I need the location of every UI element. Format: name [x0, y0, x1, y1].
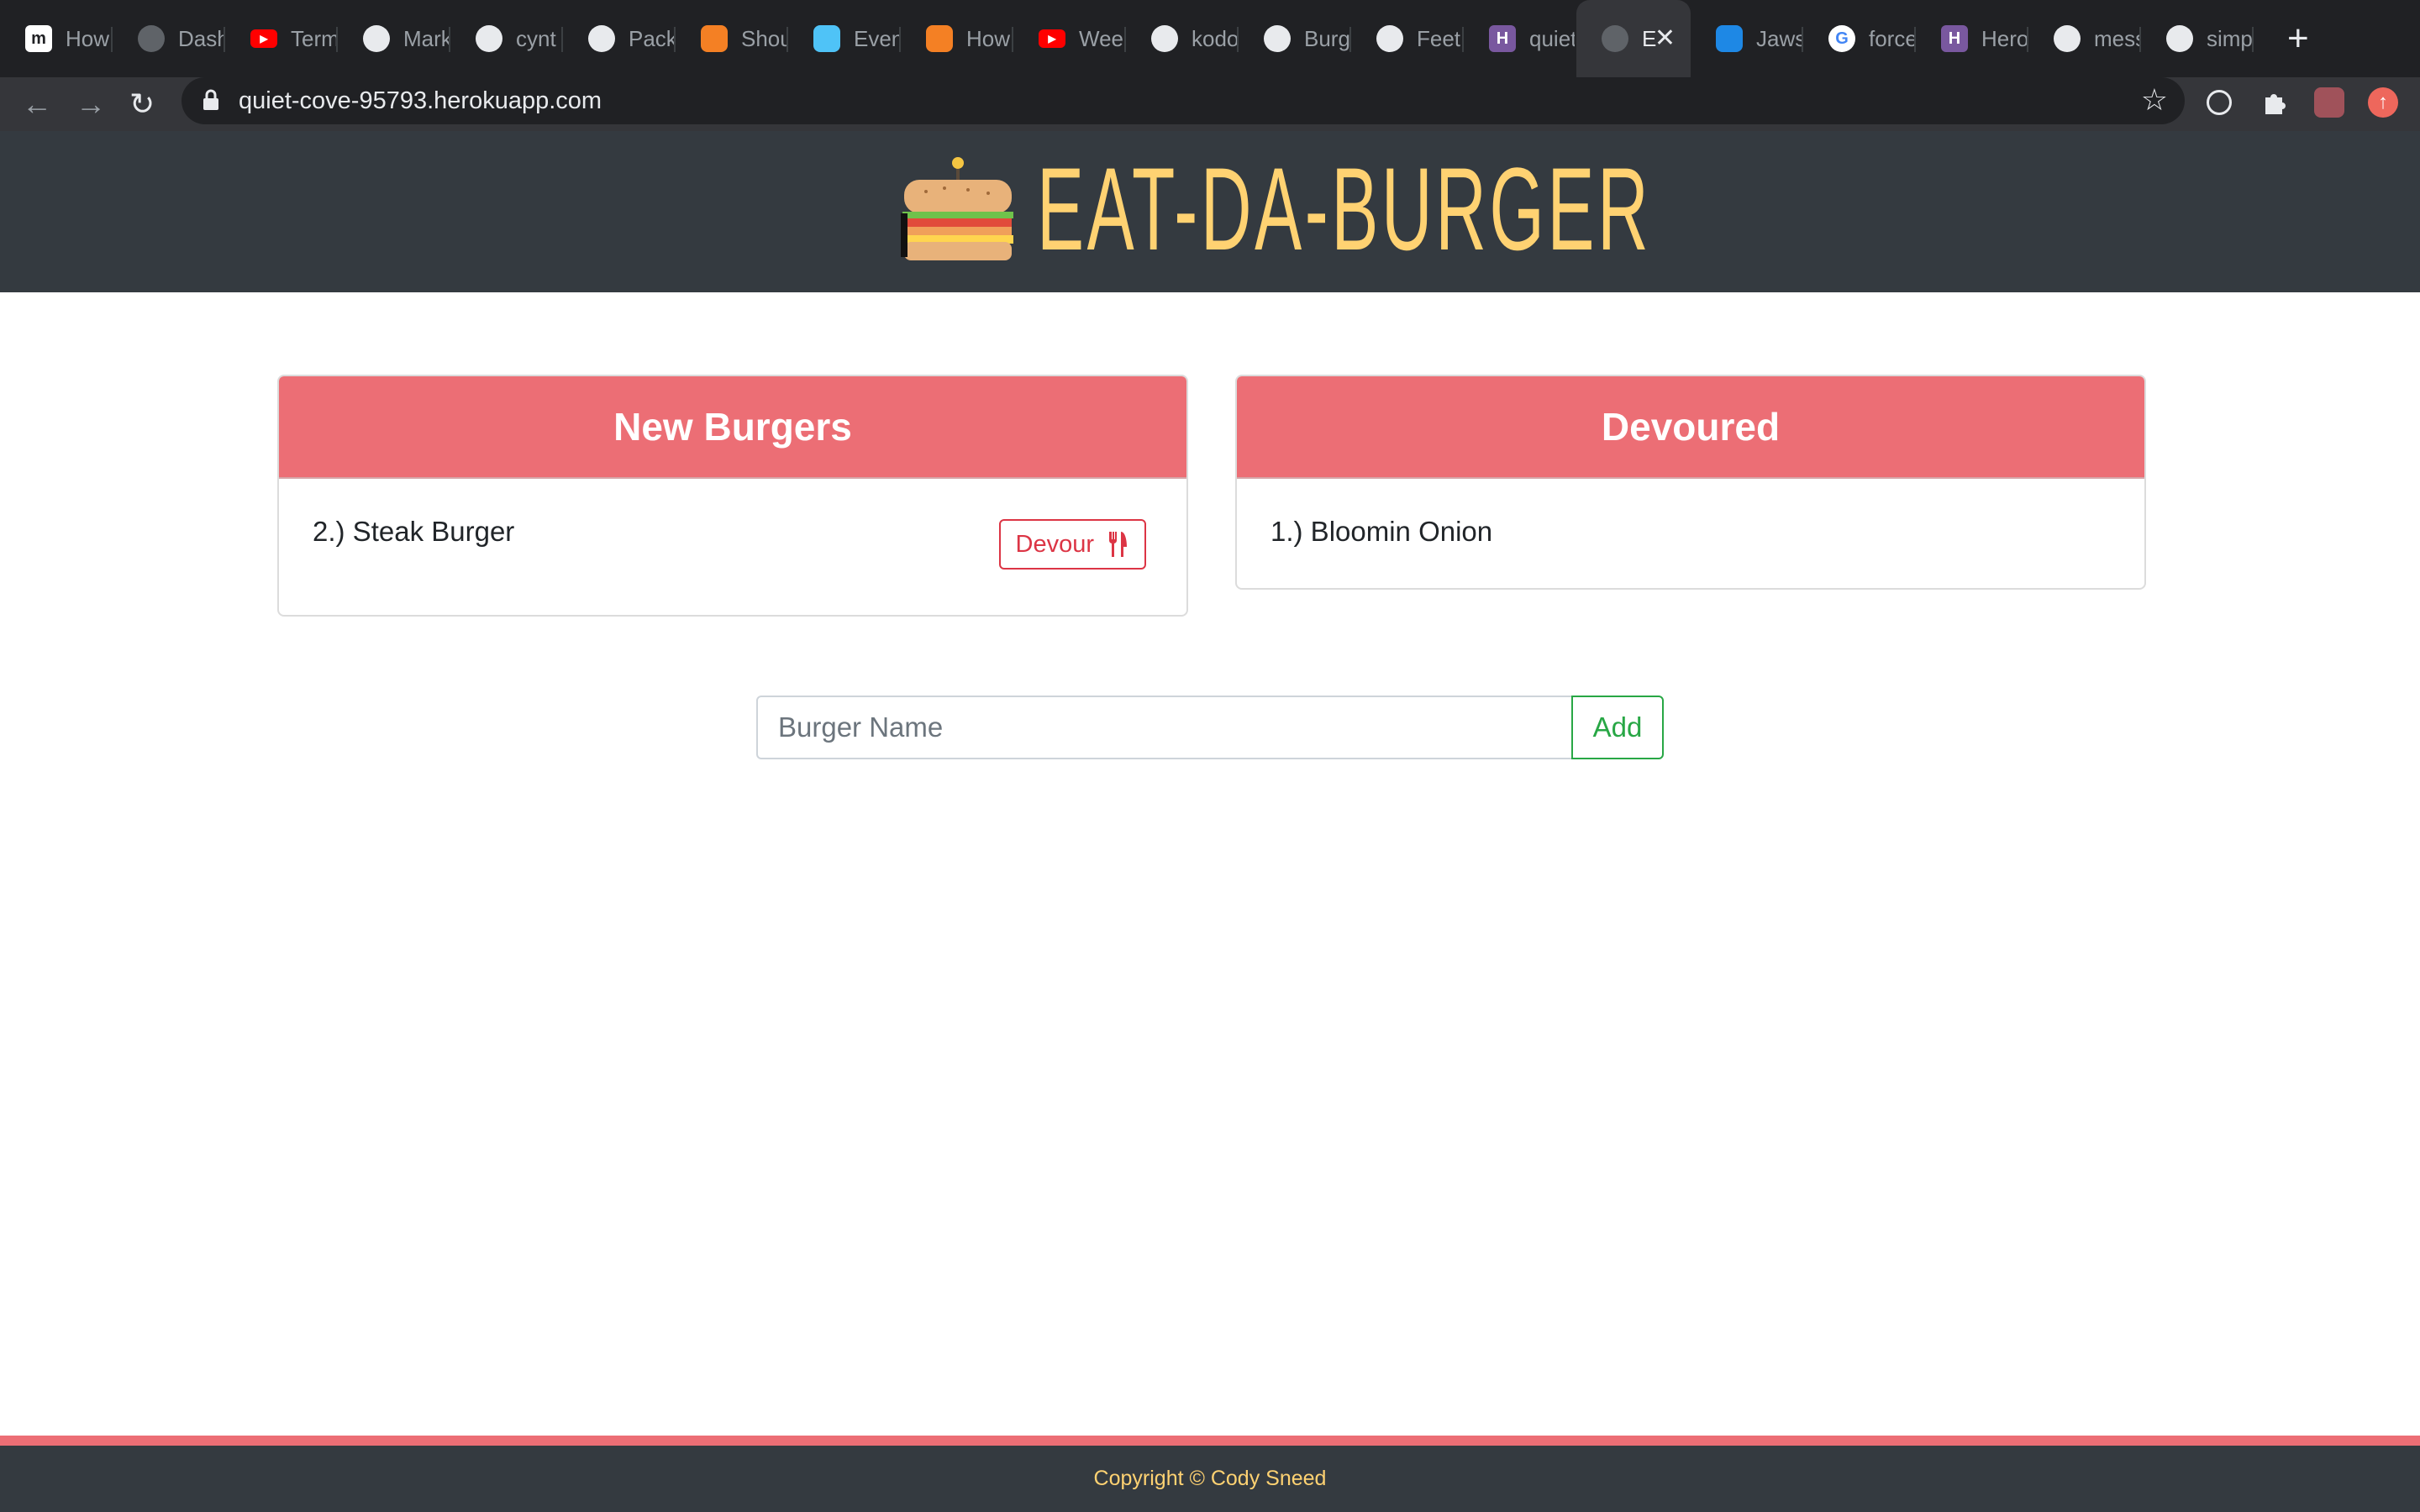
tab-title: simp — [2207, 25, 2252, 51]
github-icon — [1376, 25, 1403, 52]
tab-title: mess — [2094, 25, 2139, 51]
burger-name: 2.) Steak Burger — [313, 516, 515, 547]
bookmark-star-icon[interactable]: ☆ — [2141, 82, 2168, 118]
close-tab-icon[interactable]: ✕ — [1655, 24, 1676, 53]
m-letter-icon: m — [25, 25, 52, 52]
browser-tab[interactable]: Hquiet — [1464, 0, 1576, 77]
browser-tab[interactable]: simp — [2141, 0, 2254, 77]
tab-title: How — [66, 25, 110, 51]
lock-icon — [203, 89, 218, 110]
tab-title: Pack — [629, 25, 674, 51]
browser-tab[interactable]: Even — [788, 0, 901, 77]
new-tab-icon[interactable]: + — [2287, 0, 2309, 77]
tab-title: quiet — [1529, 25, 1575, 51]
browser-toolbar: ← → ↻ quiet-cove-95793.herokuapp.com ☆ ↑ — [0, 77, 2420, 131]
github-icon — [1151, 25, 1178, 52]
tab-title: Burg — [1304, 25, 1349, 51]
browser-tab[interactable]: Shou — [676, 0, 788, 77]
browser-tab[interactable]: E ✕ — [1576, 0, 1691, 77]
github-icon — [1264, 25, 1291, 52]
profile-avatar[interactable] — [2314, 87, 2344, 118]
update-icon[interactable]: ↑ — [2368, 87, 2398, 118]
tab-title: cynt — [516, 25, 556, 51]
devour-button[interactable]: Devour — [998, 519, 1146, 570]
stackoverflow-icon — [701, 25, 728, 52]
youtube-icon: ▶ — [1039, 29, 1065, 48]
tab-title: How — [966, 25, 1011, 51]
browser-tab[interactable]: mess — [2028, 0, 2141, 77]
tab-title: Weel — [1079, 25, 1124, 51]
site-footer: Copyright © Cody Sneed — [0, 1446, 2420, 1512]
browser-tab-strip: m How Dash ▶ Term Mark cynt Pack Shou Even How ▶ Wee… — [0, 0, 2420, 77]
tab-title: Dash — [178, 25, 224, 51]
add-button[interactable]: Add — [1571, 696, 1664, 759]
stackoverflow-icon — [926, 25, 953, 52]
tab-title: Jaws — [1756, 25, 1802, 51]
tab-title: Hero — [1981, 25, 2027, 51]
browser-tab[interactable]: Burg — [1239, 0, 1351, 77]
tab-title: Shou — [741, 25, 786, 51]
browser-tab[interactable]: Gforce — [1803, 0, 1916, 77]
globe-icon — [1602, 25, 1628, 52]
heroku-icon: H — [1489, 25, 1516, 52]
browser-tab[interactable]: ▶ Weel — [1013, 0, 1126, 77]
burger-name-input[interactable] — [756, 696, 1573, 759]
back-icon[interactable]: ← — [22, 86, 52, 123]
google-icon: G — [1828, 25, 1855, 52]
youtube-icon: ▶ — [250, 29, 277, 48]
heroku-icon: H — [1941, 25, 1968, 52]
browser-tab[interactable]: Pack — [563, 0, 676, 77]
devour-label: Devour — [1015, 530, 1095, 558]
browser-tab[interactable]: cynt — [450, 0, 563, 77]
tab-title: kodo — [1192, 25, 1237, 51]
tab-title: Even — [854, 25, 899, 51]
github-icon — [588, 25, 615, 52]
github-icon — [2166, 25, 2193, 52]
browser-tab[interactable]: Feet — [1351, 0, 1464, 77]
tab-title: force — [1869, 25, 1914, 51]
browser-tab[interactable]: ▶ Term — [225, 0, 338, 77]
tab-title: Feet — [1417, 25, 1461, 51]
forward-icon[interactable]: → — [76, 86, 106, 123]
address-bar[interactable]: quiet-cove-95793.herokuapp.com ☆ — [182, 77, 2185, 124]
new-burgers-card: New Burgers 2.) Steak Burger Devour — [277, 375, 1188, 617]
new-burgers-heading: New Burgers — [279, 376, 1186, 479]
footer-divider — [0, 1436, 2420, 1446]
browser-tab[interactable]: H Hero — [1916, 0, 2028, 77]
tab-title: Term — [291, 25, 336, 51]
browser-tab[interactable]: How — [901, 0, 1013, 77]
browser-tab[interactable]: kodo — [1126, 0, 1239, 77]
burger-name: 1.) Bloomin Onion — [1270, 516, 1493, 547]
extension-icon[interactable] — [2207, 90, 2232, 115]
github-icon — [363, 25, 390, 52]
browser-tab[interactable]: Dash — [113, 0, 225, 77]
github-icon — [2054, 25, 2081, 52]
browser-tab[interactable]: m How — [0, 0, 113, 77]
browser-tab[interactable]: Jaws — [1691, 0, 1803, 77]
copyright-text: Copyright © Cody Sneed — [1093, 1467, 1327, 1490]
github-icon — [476, 25, 502, 52]
bird-icon — [813, 25, 840, 52]
globe-icon — [138, 25, 165, 52]
puzzle-extensions-icon[interactable] — [2259, 87, 2289, 118]
burger-icon — [901, 157, 1013, 260]
site-header: EAT-DA-BURGER — [0, 131, 2420, 292]
tab-list: m How Dash ▶ Term Mark cynt Pack Shou Even How ▶ Wee… — [0, 0, 2254, 77]
devoured-heading: Devoured — [1237, 376, 2144, 479]
browser-tab[interactable]: Mark — [338, 0, 450, 77]
url-text: quiet-cove-95793.herokuapp.com — [239, 87, 602, 114]
jaws-icon — [1716, 25, 1743, 52]
site-title: EAT-DA-BURGER — [1037, 143, 1652, 275]
site-logo: EAT-DA-BURGER — [901, 143, 2061, 275]
reload-icon[interactable]: ↻ — [129, 86, 155, 123]
utensils-icon — [1108, 532, 1127, 557]
tab-title: Mark — [403, 25, 449, 51]
devoured-card: Devoured 1.) Bloomin Onion — [1235, 375, 2146, 590]
